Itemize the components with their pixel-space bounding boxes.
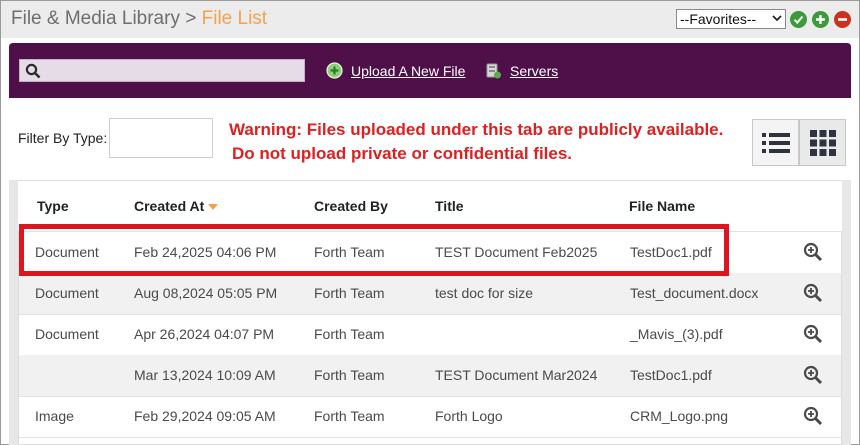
server-icon — [486, 63, 501, 79]
plus-icon — [816, 15, 825, 24]
table-row[interactable]: Document Aug 08,2024 05:05 PM Forth Team… — [19, 273, 841, 315]
breadcrumb: File & Media Library > File List — [11, 8, 267, 30]
servers-link[interactable]: Servers — [485, 62, 558, 80]
favorites-select[interactable]: --Favorites-- — [676, 9, 786, 29]
cell-file-name: TestDoc1.pdf — [630, 367, 712, 383]
search-icon — [25, 63, 41, 79]
list-view-button[interactable] — [752, 119, 799, 166]
table-row[interactable]: Mar 13,2024 10:09 AM Forth Team TEST Doc… — [19, 355, 841, 397]
public-files-warning: Warning: Files uploaded under this tab a… — [229, 118, 723, 166]
cell-title: Forth Logo — [435, 408, 503, 424]
grid-view-button[interactable] — [799, 119, 846, 166]
list-view-icon — [761, 132, 790, 153]
zoom-preview-icon[interactable] — [803, 406, 823, 426]
cell-title: test doc for size — [435, 285, 534, 301]
top-bar: File & Media Library > File List --Favor… — [1, 1, 859, 38]
grid-view-icon — [809, 129, 836, 156]
zoom-preview-icon[interactable] — [803, 324, 823, 344]
add-circle-icon — [326, 62, 343, 79]
breadcrumb-separator: > — [185, 8, 197, 29]
cell-created-at: Feb 24,2025 04:06 PM — [134, 244, 277, 260]
column-header-file-name[interactable]: File Name — [629, 198, 695, 214]
cell-title: TEST Document Feb2025 — [435, 244, 598, 260]
cell-file-name: _Mavis_(3).pdf — [630, 326, 723, 342]
breadcrumb-root[interactable]: File & Media Library — [11, 8, 180, 29]
column-header-created-at[interactable]: Created At — [134, 198, 204, 214]
cell-type: Document — [35, 326, 99, 342]
warning-line-1: Warning: Files uploaded under this tab a… — [229, 120, 724, 139]
cell-created-by: Forth Team — [314, 285, 385, 301]
cell-created-at: Aug 08,2024 05:05 PM — [134, 285, 278, 301]
cell-file-name: Test_document.docx — [630, 285, 759, 301]
cell-type: Document — [35, 244, 99, 260]
search-input[interactable] — [19, 59, 305, 82]
favorites-selected-value: --Favorites-- — [680, 11, 757, 27]
cell-created-by: Forth Team — [314, 367, 385, 383]
warning-line-2: Do not upload private or confidential fi… — [232, 144, 573, 163]
column-header-type[interactable]: Type — [37, 198, 69, 214]
zoom-preview-icon[interactable] — [803, 242, 823, 262]
cell-title: TEST Document Mar2024 — [435, 367, 598, 383]
cell-file-name: TestDoc1.pdf — [630, 244, 712, 260]
upload-new-file-link[interactable]: Upload A New File — [326, 62, 465, 79]
breadcrumb-current: File List — [201, 8, 268, 29]
cell-created-by: Forth Team — [314, 244, 385, 260]
cell-created-at: Feb 29,2024 09:05 AM — [134, 408, 276, 424]
filter-type-label: Filter By Type: — [18, 130, 108, 146]
table-row[interactable]: Image Feb 29,2024 09:05 AM Forth Team Fo… — [19, 396, 841, 438]
servers-label: Servers — [510, 63, 559, 79]
cell-type: Document — [35, 285, 99, 301]
table-row[interactable]: Document Apr 26,2024 04:07 PM Forth Team… — [19, 314, 841, 356]
checkmark-icon — [793, 15, 804, 24]
cell-type: Image — [35, 408, 74, 424]
cell-created-at: Apr 26,2024 04:07 PM — [134, 326, 275, 342]
filter-type-input[interactable] — [109, 118, 213, 158]
upload-new-file-label: Upload A New File — [351, 62, 466, 79]
cell-created-by: Forth Team — [314, 326, 385, 342]
remove-favorite-button[interactable] — [834, 11, 851, 28]
chevron-down-icon — [772, 15, 782, 22]
column-header-title[interactable]: Title — [435, 198, 464, 214]
column-header-created-by[interactable]: Created By — [314, 198, 388, 214]
cell-created-by: Forth Team — [314, 408, 385, 424]
minus-icon — [838, 18, 847, 21]
table-row[interactable]: Document Feb 24,2025 04:06 PM Forth Team… — [19, 232, 841, 274]
cell-created-at: Mar 13,2024 10:09 AM — [134, 367, 276, 383]
sort-descending-icon — [208, 204, 218, 210]
confirm-favorite-button[interactable] — [790, 11, 807, 28]
zoom-preview-icon[interactable] — [803, 365, 823, 385]
cell-file-name: CRM_Logo.png — [630, 408, 729, 424]
add-favorite-button[interactable] — [812, 11, 829, 28]
zoom-preview-icon[interactable] — [803, 283, 823, 303]
